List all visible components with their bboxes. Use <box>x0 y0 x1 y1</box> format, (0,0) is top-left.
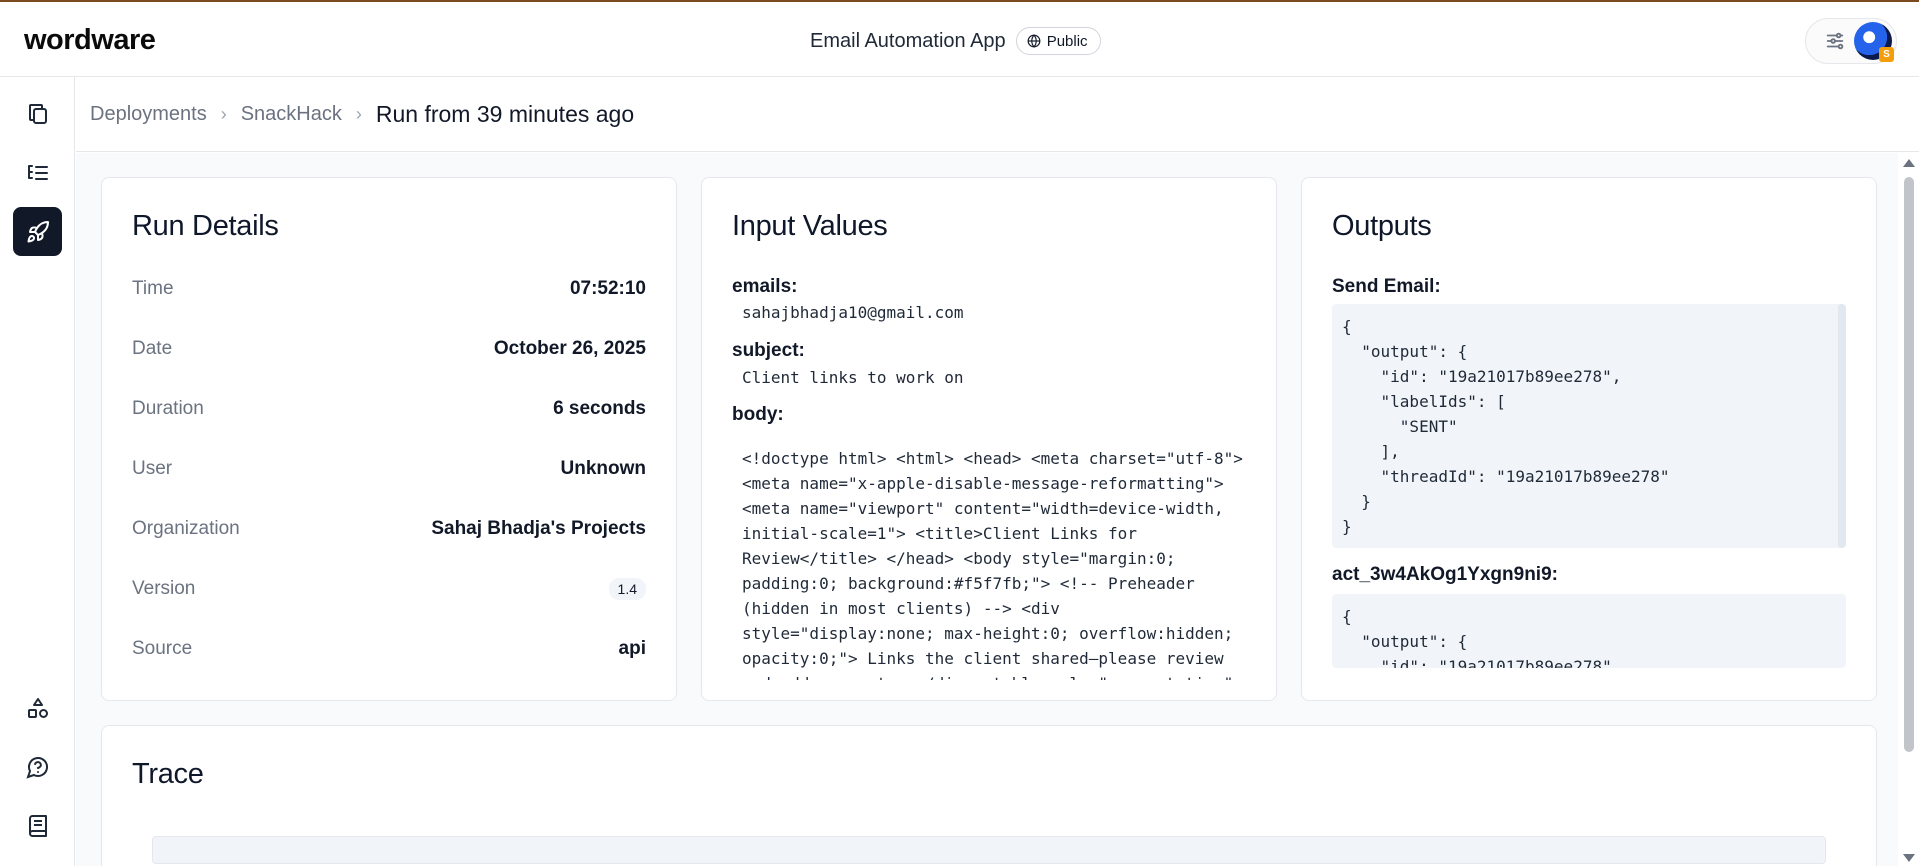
detail-value: Unknown <box>560 458 647 479</box>
detail-label: Source <box>132 638 193 659</box>
chevron-right-icon: › <box>220 103 227 124</box>
page-title: Run from 39 minutes ago <box>375 100 635 127</box>
breadcrumb: Deployments › SnackHack › Run from 39 mi… <box>76 77 1919 152</box>
run-details-card: Run Details Time 07:52:10 Date October 2… <box>101 177 677 701</box>
copy-icon <box>28 103 47 124</box>
detail-label: Organization <box>132 518 240 539</box>
subject-value: Client links to work on <box>742 368 964 387</box>
scroll-down-icon[interactable] <box>1903 854 1915 862</box>
detail-row-source: Source api <box>132 636 646 662</box>
detail-value: 6 seconds <box>553 398 646 419</box>
body-value: <!doctype html> <html> <head> <meta char… <box>742 449 1243 680</box>
list-icon <box>27 164 48 180</box>
shapes-icon <box>27 697 48 718</box>
body-label: body: <box>732 404 784 425</box>
sidebar-item-templates[interactable] <box>13 683 62 732</box>
trace-title: Trace <box>132 758 204 790</box>
breadcrumb-deployments[interactable]: Deployments <box>90 103 207 126</box>
book-icon <box>28 814 47 837</box>
emails-value: sahajbhadja10@gmail.com <box>742 303 964 322</box>
action-output[interactable]: { "output": { "id": "19a21017b89ee278", <box>1332 594 1846 668</box>
wordware-logo[interactable]: wordware <box>24 24 156 57</box>
app-header: wordware Email Automation App Public S <box>0 2 1919 77</box>
main-content: Run Details Time 07:52:10 Date October 2… <box>76 153 1898 866</box>
detail-value: api <box>618 638 646 659</box>
send-email-output[interactable]: { "output": { "id": "19a21017b89ee278", … <box>1332 304 1846 548</box>
detail-row-organization: Organization Sahaj Bhadja's Projects <box>132 516 646 542</box>
action-output-code: { "output": { "id": "19a21017b89ee278", <box>1342 607 1622 668</box>
detail-row-version: Version 1.4 <box>132 576 646 602</box>
rocket-icon <box>27 220 49 242</box>
detail-label: Duration <box>132 398 204 419</box>
detail-row-date: Date October 26, 2025 <box>132 336 646 362</box>
send-email-label: Send Email: <box>1332 276 1441 297</box>
app-title-group: Email Automation App Public <box>810 26 1101 56</box>
action-output-label: act_3w4AkOg1Yxgn9ni9: <box>1332 564 1558 585</box>
trace-card: Trace <box>101 725 1877 866</box>
sidebar-item-docs[interactable] <box>13 801 62 850</box>
detail-label: Version <box>132 578 196 599</box>
visibility-label: Public <box>1046 32 1088 50</box>
version-badge: 1.4 <box>608 578 646 600</box>
sidebar <box>0 77 75 866</box>
app-title[interactable]: Email Automation App <box>810 30 1006 53</box>
body-value-scroll[interactable]: <!doctype html> <html> <head> <meta char… <box>742 446 1246 680</box>
sidebar-item-documents[interactable] <box>13 89 62 138</box>
detail-value: 07:52:10 <box>569 278 646 299</box>
page-scrollbar[interactable] <box>1898 153 1919 866</box>
outputs-card: Outputs Send Email: { "output": { "id": … <box>1301 177 1877 701</box>
detail-label: User <box>132 458 173 479</box>
sidebar-item-help[interactable] <box>13 742 62 791</box>
sidebar-item-runs[interactable] <box>13 148 62 197</box>
sliders-icon[interactable] <box>1824 30 1846 52</box>
subject-label: subject: <box>732 340 805 361</box>
sidebar-item-deployments[interactable] <box>13 207 62 256</box>
chevron-right-icon: › <box>355 103 362 124</box>
breadcrumb-app[interactable]: SnackHack <box>241 103 342 126</box>
scroll-thumb[interactable] <box>1904 177 1914 752</box>
detail-label: Date <box>132 338 173 359</box>
header-user-controls: S <box>1805 18 1897 64</box>
scroll-up-icon[interactable] <box>1903 159 1915 167</box>
detail-value: Sahaj Bhadja's Projects <box>431 518 646 539</box>
avatar-badge: S <box>1879 47 1894 62</box>
detail-row-duration: Duration 6 seconds <box>132 396 646 422</box>
run-details-title: Run Details <box>132 210 279 242</box>
trace-timeline[interactable] <box>152 836 1826 864</box>
help-icon <box>25 756 48 779</box>
output-scrollbar[interactable] <box>1838 304 1846 548</box>
input-values-card: Input Values emails: sahajbhadja10@gmail… <box>701 177 1277 701</box>
visibility-badge[interactable]: Public <box>1015 27 1101 55</box>
globe-icon <box>1027 34 1041 48</box>
avatar[interactable]: S <box>1854 22 1894 62</box>
outputs-title: Outputs <box>1332 210 1432 242</box>
send-email-code: { "output": { "id": "19a21017b89ee278", … <box>1342 317 1670 536</box>
input-values-title: Input Values <box>732 210 888 242</box>
detail-row-time: Time 07:52:10 <box>132 276 646 302</box>
detail-value: October 26, 2025 <box>493 338 646 359</box>
detail-row-user: User Unknown <box>132 456 646 482</box>
emails-label: emails: <box>732 276 798 297</box>
detail-label: Time <box>132 278 174 299</box>
